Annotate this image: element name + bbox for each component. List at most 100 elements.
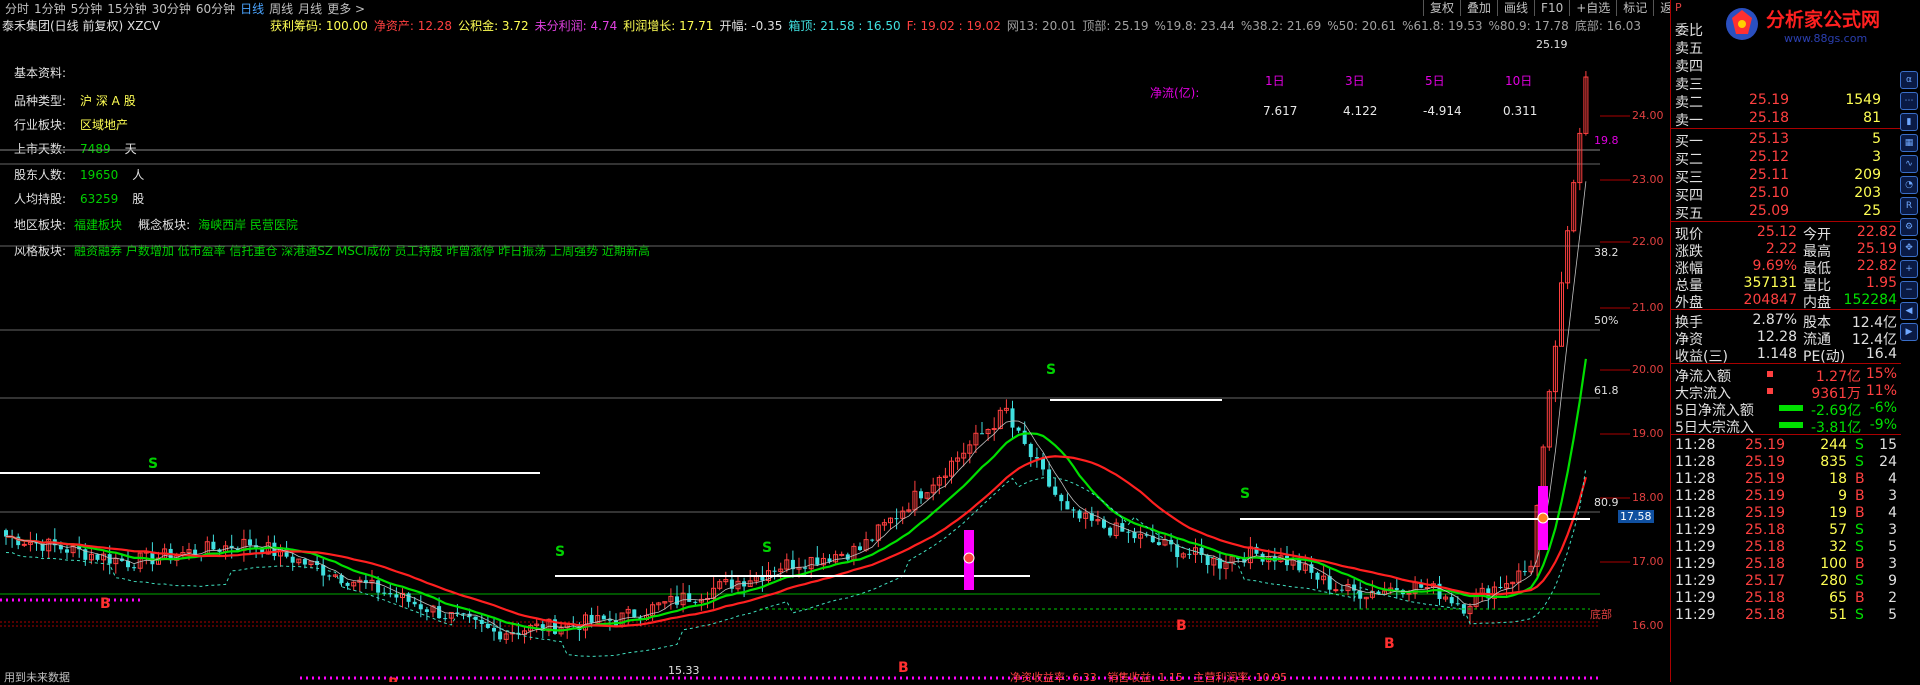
timeframe-1[interactable]: 1分钟: [34, 0, 66, 17]
flow-row-1: 大宗流入 9361万 11%: [1671, 383, 1901, 402]
tick-row-1: 11:28 25.19 835 S 24: [1671, 454, 1901, 470]
tick-row-3: 11:28 25.19 9 B 3: [1671, 488, 1901, 504]
buy-price: 25.12: [1749, 149, 1790, 165]
sell-label: 卖四: [1675, 59, 1703, 75]
tick-side: B: [1855, 590, 1865, 606]
bar-icon[interactable]: ▮: [1900, 113, 1918, 131]
buy-row-1: 买二 25.12 3: [1671, 149, 1901, 168]
grid-icon[interactable]: ▦: [1900, 134, 1918, 152]
fib-label: 50%: [1594, 314, 1619, 327]
flow-icon[interactable]: ◔: [1900, 176, 1918, 194]
stats2-value-1: 12.28: [1756, 329, 1797, 345]
zoom-in-icon[interactable]: +: [1900, 260, 1918, 278]
timeframe-5[interactable]: 60分钟: [196, 0, 235, 17]
tool-buttons: 复权叠加画线F10+自选标记返回: [1423, 0, 1690, 16]
flow-bar: [1767, 371, 1773, 377]
price-tick: 22.00: [1632, 235, 1664, 248]
buy-label: 买五: [1675, 206, 1703, 222]
tool-button-0[interactable]: 复权: [1423, 0, 1460, 16]
buy-price: 25.11: [1749, 167, 1790, 183]
tick-time: 11:29: [1675, 590, 1716, 606]
tool-button-2[interactable]: 画线: [1497, 0, 1534, 16]
margin-label: 主营利润率: 10.95: [1193, 671, 1288, 684]
price-tick: 19.00: [1632, 427, 1664, 440]
buy-row-2: 买三 25.11 209: [1671, 167, 1901, 186]
roe-label: 净资收益率: 6.33: [1010, 671, 1097, 684]
timeframe-2[interactable]: 5分钟: [71, 0, 103, 17]
sell-price: 25.19: [1749, 92, 1790, 108]
tick-price: 25.19: [1745, 488, 1786, 504]
timeframe-8[interactable]: 月线: [298, 0, 322, 17]
sell-price: 25.18: [1749, 110, 1790, 126]
tick-icon[interactable]: ⋯: [1900, 92, 1918, 110]
chart-icon[interactable]: ∿: [1900, 155, 1918, 173]
buy-price: 25.13: [1749, 131, 1790, 147]
tick-vol: 9: [1838, 488, 1847, 504]
zoom-out-icon[interactable]: −: [1900, 281, 1918, 299]
fib-label: 底部: [1590, 608, 1612, 621]
price-plot[interactable]: S S S S S B B B B B: [0, 16, 1668, 682]
signal-sell: S: [762, 540, 772, 556]
tick-price: 25.18: [1745, 522, 1786, 538]
sell-label: 卖一: [1675, 113, 1703, 129]
tick-row-7: 11:29 25.18 100 B 3: [1671, 556, 1901, 572]
tick-row-8: 11:29 25.17 280 S 9: [1671, 573, 1901, 589]
tick-time: 11:29: [1675, 539, 1716, 555]
stats-row-3: 总量 357131 量比 1.95: [1671, 275, 1901, 294]
price-tick: 21.00: [1632, 301, 1664, 314]
tick-time: 11:29: [1675, 607, 1716, 623]
sell-row-1: 卖四: [1671, 56, 1901, 75]
tick-side: B: [1855, 488, 1865, 504]
stats2-value-1: 1.148: [1756, 346, 1797, 362]
tick-side: B: [1855, 556, 1865, 572]
tick-side: S: [1855, 573, 1864, 589]
tick-row-5: 11:29 25.18 57 S 3: [1671, 522, 1901, 538]
timeframe-9[interactable]: 更多 >: [327, 0, 365, 17]
timeframe-0[interactable]: 分时: [5, 0, 29, 17]
move-icon[interactable]: ✥: [1900, 239, 1918, 257]
buy-vol: 5: [1872, 131, 1881, 147]
stats-value-1: 2.22: [1765, 241, 1797, 257]
tick-row-4: 11:28 25.19 19 B 4: [1671, 505, 1901, 521]
price-tick: 16.00: [1632, 619, 1664, 632]
timeframe-6[interactable]: 日线: [240, 0, 264, 17]
left-icon[interactable]: ◀: [1900, 302, 1918, 320]
timeframe-7[interactable]: 周线: [269, 0, 293, 17]
stats-row-0: 现价 25.12 今开 22.82: [1671, 224, 1901, 243]
stats2-value-2: 16.4: [1865, 346, 1897, 362]
tick-row-0: 11:28 25.19 244 S 15: [1671, 437, 1901, 453]
alpha-icon[interactable]: α: [1900, 71, 1918, 89]
tool-button-3[interactable]: F10: [1534, 0, 1569, 16]
tick-vol: 19: [1829, 505, 1847, 521]
tick-count: 4: [1888, 505, 1897, 521]
stats-value-2: 1.95: [1865, 275, 1897, 291]
tool-button-5[interactable]: 标记: [1616, 0, 1653, 16]
rsi-icon[interactable]: R: [1900, 197, 1918, 215]
logo-url: www.88gs.com: [1784, 32, 1867, 45]
sell-vol: 81: [1863, 110, 1881, 126]
timeframe-3[interactable]: 15分钟: [107, 0, 146, 17]
tick-count: 3: [1888, 488, 1897, 504]
gear-icon[interactable]: ⚙: [1900, 218, 1918, 236]
tick-side: B: [1855, 471, 1865, 487]
tick-price: 25.19: [1745, 471, 1786, 487]
flow-pct: 11%: [1865, 383, 1897, 399]
stats-row-1: 涨跌 2.22 最高 25.19: [1671, 241, 1901, 260]
stop-line: [5, 467, 1587, 657]
tick-side: B: [1855, 505, 1865, 521]
right-icon[interactable]: ▶: [1900, 323, 1918, 341]
price-tick: 18.00: [1632, 491, 1664, 504]
ma-green-line: [5, 358, 1587, 632]
side-toolbar: α ⋯ ▮ ▦ ∿ ◔ R ⚙ ✥ + − ◀ ▶: [1898, 68, 1920, 344]
tool-button-4[interactable]: +自选: [1569, 0, 1616, 16]
tick-vol: 100: [1820, 556, 1847, 572]
timeframe-bar: 分时 1分钟 5分钟 15分钟 30分钟 60分钟 日线 周线 月线 更多 >: [0, 0, 1670, 16]
signal-buy: B: [100, 596, 111, 612]
timeframe-4[interactable]: 30分钟: [152, 0, 191, 17]
tool-button-1[interactable]: 叠加: [1460, 0, 1497, 16]
kline-chart[interactable]: 泰禾集团(日线 前复权) XZCV 获利筹码: 100.00 净资产: 12.28…: [0, 16, 1671, 684]
stats-value-2: 22.82: [1856, 258, 1897, 274]
tick-price: 25.18: [1745, 556, 1786, 572]
price-tick: 23.00: [1632, 173, 1664, 186]
fib-label: 19.8: [1594, 134, 1619, 147]
